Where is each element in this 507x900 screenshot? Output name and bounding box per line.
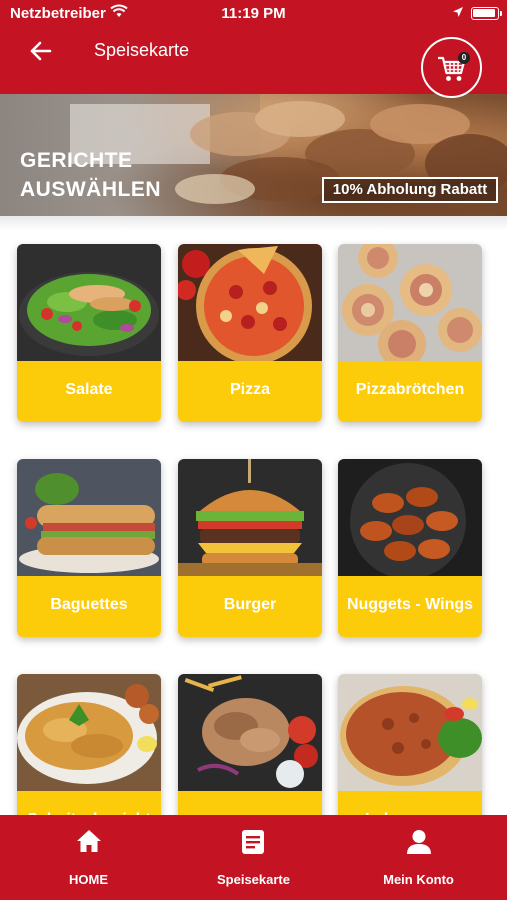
category-card-pizzabroetchen[interactable]: Pizzabrötchen [338, 244, 482, 422]
pizza-rolls-image [338, 244, 482, 361]
category-label: Salate [17, 361, 161, 422]
hero-title-line1: GERICHTE [20, 149, 133, 172]
lahmacun-image [338, 674, 482, 791]
category-card-pizza[interactable]: Pizza [178, 244, 322, 422]
status-time: 11:19 PM [221, 5, 286, 22]
burger-image [178, 459, 322, 576]
hero-title-line2: AUSWÄHLEN [20, 178, 161, 201]
nav-home[interactable]: HOME [4, 815, 173, 900]
nav-mein-konto-label: Mein Konto [383, 872, 454, 887]
wings-image [338, 459, 482, 576]
nav-speisekarte[interactable]: Speisekarte [169, 815, 338, 900]
category-label: Nuggets - Wings [338, 576, 482, 637]
location-arrow-icon [452, 5, 464, 22]
hero-banner: GERICHTE AUSWÄHLEN 10% Abholung Rabatt [0, 94, 507, 216]
back-arrow-icon[interactable] [28, 38, 54, 64]
category-label: Burger [178, 576, 322, 637]
category-card-baguettes[interactable]: Baguettes [17, 459, 161, 637]
nav-home-label: HOME [69, 872, 108, 887]
nav-mein-konto[interactable]: Mein Konto [334, 815, 503, 900]
cart-count-badge: 0 [458, 52, 470, 64]
home-icon [77, 830, 101, 852]
pizza-image [178, 244, 322, 361]
salad-image [17, 244, 161, 361]
status-bar: Netzbetreiber 11:19 PM [0, 0, 507, 28]
category-card-nuggets-wings[interactable]: Nuggets - Wings [338, 459, 482, 637]
nav-speisekarte-label: Speisekarte [217, 872, 290, 887]
baguette-image [17, 459, 161, 576]
category-card-burger[interactable]: Burger [178, 459, 322, 637]
hero-title: GERICHTE AUSWÄHLEN [20, 146, 161, 204]
hero-shadow [0, 216, 507, 230]
category-label: Pizza [178, 361, 322, 422]
category-label: Pizzabrötchen [338, 361, 482, 422]
page-title: Speisekarte [94, 40, 190, 60]
category-label: Baguettes [17, 576, 161, 637]
bottom-navigation: HOME Speisekarte Mein Konto [0, 815, 507, 900]
user-icon [407, 830, 431, 854]
category-card-salate[interactable]: Salate [17, 244, 161, 422]
schnitzel-image [17, 674, 161, 791]
cart-button[interactable]: 0 [421, 37, 482, 98]
battery-icon [471, 7, 502, 20]
doner-plate-image [178, 674, 322, 791]
menu-list-icon [242, 830, 264, 854]
discount-badge: 10% Abholung Rabatt [322, 177, 498, 203]
